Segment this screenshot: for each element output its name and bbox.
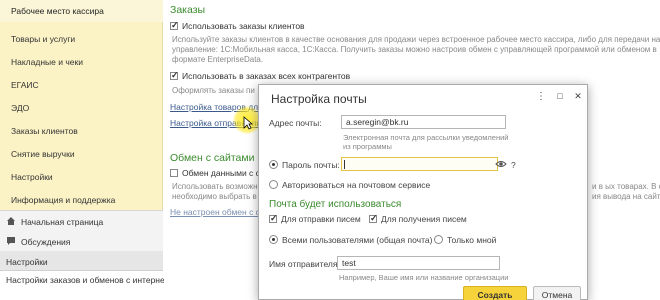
close-icon[interactable]: ✕ [571,91,585,102]
nav-home-label: Начальная страница [21,217,104,227]
sidebar-item-settings[interactable]: Настройки [11,172,53,182]
sidebar-item-cashier-workplace[interactable]: Рабочее место кассира [11,6,104,16]
maximize-icon[interactable]: □ [553,91,567,101]
nav-discussions[interactable]: Обсуждения [0,231,163,253]
auth-service-radio-row[interactable]: Авторизоваться на почтовом сервисе [269,180,430,190]
use-orders-note-line3: формате EnterpriseData. [172,55,264,64]
sender-name-label: Имя отправителя: [269,259,340,269]
password-radio[interactable] [269,160,278,169]
all-users-radio-row[interactable]: Всеми пользователями (общая почта) [269,235,432,245]
password-radio-label: Пароль почты: [282,160,340,170]
password-radio-row[interactable]: Пароль почты: [269,160,340,170]
cancel-button[interactable]: Отмена [533,286,581,300]
sidebar-item-customer-orders[interactable]: Заказы клиентов [11,126,78,136]
site-exchange-note-line2: необходимо выбрать в [172,192,257,201]
auth-service-radio[interactable] [269,180,278,189]
usage-section-title: Почта будет использоваться [269,199,402,210]
site-exchange-label: Обмен данными с сай [182,168,270,178]
section-exchange-title: Обмен с сайтами [170,152,255,164]
only-me-radio[interactable] [434,235,443,244]
home-icon [7,217,15,225]
use-orders-note-line1: Используйте заказы клиентов в качестве о… [172,35,660,44]
sidebar: Рабочее место кассира Товары и услуги На… [0,0,218,300]
mail-settings-dialog: Настройка почты ⋮ □ ✕ Адрес почты: a.ser… [258,84,588,300]
nav-discussions-label: Обсуждения [21,237,71,247]
email-address-field[interactable]: a.seregin@bk.ru [341,115,506,129]
use-orders-checkbox[interactable] [170,20,179,31]
only-me-radio-row[interactable]: Только мной [434,235,496,245]
use-orders-checkbox-row[interactable]: Использовать заказы клиентов [170,20,305,31]
nav-current-window-label: Настройки заказов и обменов с интернет-м… [6,275,218,285]
site-exchange-note-right1: и в ых товарах. В спи [592,182,660,191]
site-exchange-note-right2: ия вывода на сайт [592,192,660,201]
password-field[interactable] [341,157,498,171]
sidebar-item-edo[interactable]: ЭДО [11,103,29,113]
nav-home[interactable]: Начальная страница [0,211,163,233]
show-password-eye-icon[interactable] [495,158,507,170]
create-button[interactable]: Создать [463,286,527,300]
dialog-title: Настройка почты [271,92,367,106]
sender-name-field[interactable]: test [337,256,500,270]
receive-checkbox[interactable] [369,213,378,224]
use-orders-note-line2: управление: 1С:Мобильная касса, 1С:Касса… [172,45,657,54]
mouse-pointer-icon [243,116,253,130]
email-address-label: Адрес почты: [269,118,322,128]
send-checkbox[interactable] [269,213,278,224]
more-menu-icon[interactable]: ⋮ [534,91,548,102]
all-contractors-note: Оформлять заказы пи [172,86,255,95]
all-users-label: Всеми пользователями (общая почта) [282,235,433,245]
email-address-hint: Электронная почта для рассылки уведомлен… [343,133,509,151]
site-exchange-checkbox-row[interactable]: Обмен данными с сай [170,168,269,178]
sidebar-item-info-support[interactable]: Информация и поддержка [11,195,115,205]
receive-label: Для получения писем [381,214,467,224]
nav-settings-window-label: Настройки [6,257,48,267]
exchange-not-configured-link[interactable]: Не настроен обмен с сай [170,207,269,217]
sidebar-item-goods-services[interactable]: Товары и услуги [11,34,75,44]
site-exchange-note-line1: Использовать возможнос [172,182,266,191]
sender-name-hint: Например, Ваше имя или название организа… [339,273,509,282]
all-contractors-checkbox-row[interactable]: Использовать в заказах всех контрагентов [170,70,351,81]
send-label: Для отправки писем [281,214,361,224]
sidebar-item-invoices-receipts[interactable]: Накладные и чеки [11,57,83,67]
sidebar-item-cash-collection[interactable]: Снятие выручки [11,149,75,159]
all-contractors-checkbox[interactable] [170,70,179,81]
only-me-label: Только мной [447,235,497,245]
section-orders-title: Заказы [170,4,206,16]
send-checkbox-row[interactable]: Для отправки писем [269,213,361,224]
nav-current-window[interactable]: Настройки заказов и обменов с интернет-м… [0,270,218,300]
auth-service-label: Авторизоваться на почтовом сервисе [282,180,431,190]
sidebar-item-egais[interactable]: ЕГАИС [11,80,39,90]
site-exchange-checkbox[interactable] [170,169,178,177]
receive-checkbox-row[interactable]: Для получения писем [369,213,467,224]
chat-icon [7,237,15,245]
use-orders-label: Использовать заказы клиентов [182,21,305,31]
text-caret [344,160,345,169]
help-icon[interactable]: ? [511,160,516,170]
all-contractors-label: Использовать в заказах всех контрагентов [182,71,351,81]
all-users-radio[interactable] [269,235,278,244]
